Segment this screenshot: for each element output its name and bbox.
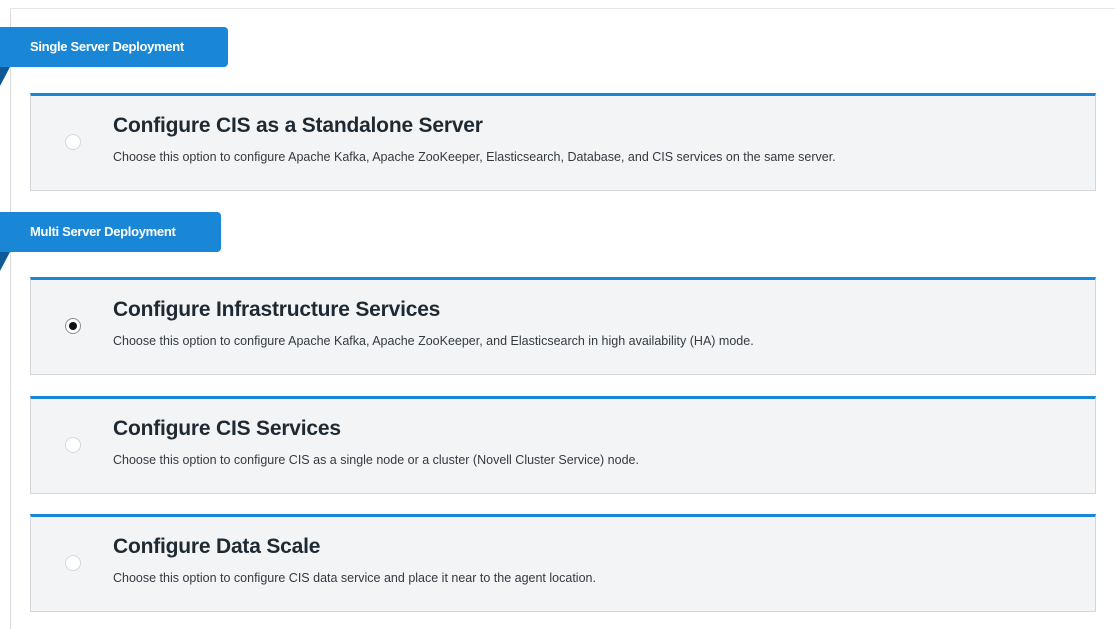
radio-data-scale[interactable] <box>65 555 81 571</box>
option-title: Configure Data Scale <box>113 535 321 558</box>
option-card-cis-services[interactable]: Configure CIS Services Choose this optio… <box>30 396 1096 494</box>
section-tag-fold <box>0 252 10 271</box>
radio-standalone-server[interactable] <box>65 134 81 150</box>
radio-infrastructure-services[interactable] <box>65 318 81 334</box>
option-card-data-scale[interactable]: Configure Data Scale Choose this option … <box>30 514 1096 612</box>
frame-border-top <box>10 8 1115 9</box>
option-title: Configure CIS Services <box>113 417 341 440</box>
option-description: Choose this option to configure CIS as a… <box>113 453 639 467</box>
frame-border-left <box>10 8 11 629</box>
option-title: Configure Infrastructure Services <box>113 298 441 321</box>
section-tag-multi-server: Multi Server Deployment <box>0 212 221 271</box>
deployment-options-page: Single Server Deployment Configure CIS a… <box>0 0 1115 629</box>
option-description: Choose this option to configure CIS data… <box>113 571 596 585</box>
option-description: Choose this option to configure Apache K… <box>113 334 754 348</box>
option-title: Configure CIS as a Standalone Server <box>113 114 483 137</box>
option-card-standalone-server[interactable]: Configure CIS as a Standalone Server Cho… <box>30 93 1096 191</box>
section-tag-single-server: Single Server Deployment <box>0 27 228 86</box>
section-tag-fold <box>0 67 10 86</box>
section-tag-label: Single Server Deployment <box>30 39 184 54</box>
option-card-infrastructure-services[interactable]: Configure Infrastructure Services Choose… <box>30 277 1096 375</box>
radio-cis-services[interactable] <box>65 437 81 453</box>
option-description: Choose this option to configure Apache K… <box>113 150 836 164</box>
section-tag-label: Multi Server Deployment <box>30 224 176 239</box>
